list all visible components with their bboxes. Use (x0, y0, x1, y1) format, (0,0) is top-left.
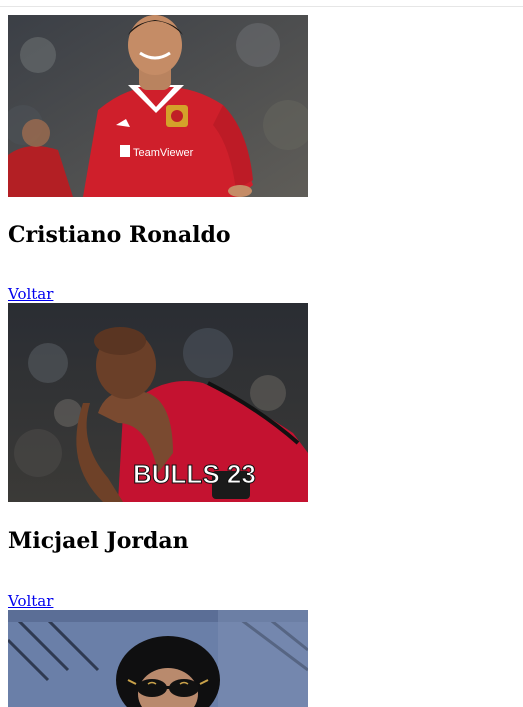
page-top-border (0, 6, 523, 7)
back-link[interactable]: Voltar (8, 285, 53, 303)
back-link[interactable]: Voltar (8, 592, 53, 610)
jersey-sponsor-text: TeamViewer (133, 147, 194, 159)
athlete-photo-jordan: BULLS 23 (8, 303, 308, 502)
profile-card-ronaldo: TeamViewer Cristiano Ronaldo Voltar (8, 15, 308, 305)
profile-card-jordan: BULLS 23 Micjael Jordan Voltar (8, 303, 308, 610)
jersey-text: BULLS 23 (133, 459, 256, 489)
profile-card-michael-jackson (8, 610, 308, 707)
profile-name: Cristiano Ronaldo (8, 222, 231, 248)
artist-photo-michael-jackson (8, 610, 308, 707)
profile-name: Micjael Jordan (8, 528, 189, 554)
athlete-photo-ronaldo: TeamViewer (8, 15, 308, 197)
